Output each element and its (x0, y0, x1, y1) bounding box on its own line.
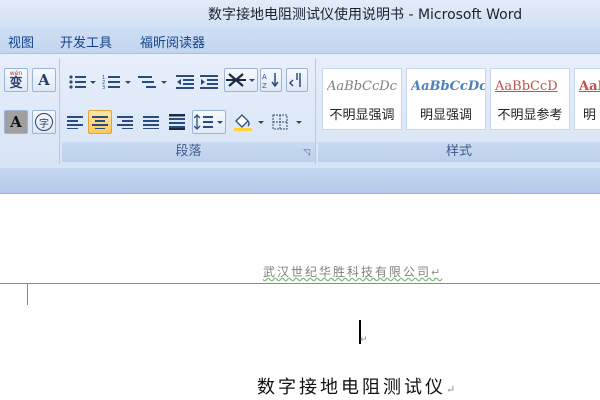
align-center-button[interactable] (88, 110, 112, 134)
ribbon: wén 变 A A 字 1 2 3 A Z 段落 ◹ AaBbCcDc 不明显强… (0, 54, 600, 168)
phonetic-guide-button[interactable]: wén 变 (4, 68, 28, 92)
margin-corner-mark (0, 283, 28, 305)
paragraph-group: 1 2 3 A Z 段落 ◹ (62, 58, 316, 164)
style-intense-emphasis[interactable]: AaBbCcDc 明显强调 (406, 68, 486, 130)
ruler-bar (0, 168, 600, 194)
line-spacing-icon (194, 114, 223, 130)
align-center-icon (92, 116, 108, 129)
ribbon-tab-bar: 视图 开发工具 福昕阅读器 (0, 26, 600, 54)
borders-button[interactable] (270, 110, 306, 134)
enclose-characters-button[interactable]: 字 (32, 110, 56, 134)
increase-indent-button[interactable] (198, 70, 220, 94)
character-border-button[interactable]: A (32, 68, 56, 92)
style-name: 明显强调 (419, 108, 472, 123)
style-sample: AaBbCcDc (411, 79, 485, 94)
distributed-icon (169, 114, 185, 130)
document-title[interactable]: 数字接地电阻测试仪↵ (257, 373, 458, 399)
borders-icon (272, 114, 302, 130)
align-right-button[interactable] (114, 110, 136, 134)
tab-developer[interactable]: 开发工具 (60, 32, 112, 51)
tab-foxit-reader[interactable]: 福昕阅读器 (140, 32, 205, 51)
asian-layout-icon (226, 73, 255, 87)
paragraph-mark: ↵ (431, 266, 443, 279)
align-left-button[interactable] (64, 110, 86, 134)
title-bar: 数字接地电阻测试仪使用说明书 - Microsoft Word (0, 0, 600, 26)
paragraph-dialog-launcher-icon[interactable]: ◹ (303, 148, 310, 158)
paragraph-mark: ↵ (360, 335, 368, 345)
style-name: 不明显参考 (497, 108, 563, 123)
numbering-button[interactable]: 1 2 3 (100, 70, 134, 94)
character-shading-button[interactable]: A (4, 110, 28, 134)
header-company: 武汉世纪华胜科技有限公司 (263, 265, 432, 279)
paragraph-mark: ↵ (446, 383, 459, 396)
paragraph-mark-icon (289, 73, 301, 87)
style-name: 不明显强调 (329, 108, 395, 123)
style-subtle-emphasis[interactable]: AaBbCcDc 不明显强调 (322, 68, 402, 130)
increase-indent-icon (200, 75, 218, 89)
svg-text:3: 3 (102, 85, 105, 90)
justify-icon (143, 116, 159, 129)
tab-view[interactable]: 视图 (8, 32, 34, 51)
bullets-button[interactable] (66, 70, 98, 94)
svg-text:Z: Z (262, 82, 267, 89)
numbering-icon: 1 2 3 (102, 75, 131, 90)
svg-text:A: A (262, 73, 267, 81)
multilevel-list-icon (138, 76, 167, 88)
decrease-indent-button[interactable] (174, 70, 196, 94)
distributed-button[interactable] (166, 110, 188, 134)
align-left-icon (67, 116, 83, 129)
sort-button[interactable]: A Z (260, 68, 282, 92)
style-intense-reference[interactable]: AaI 明 (574, 68, 600, 130)
paint-bucket-icon (234, 114, 264, 131)
paragraph-group-label: 段落 (62, 142, 315, 162)
sort-icon: A Z (262, 73, 279, 89)
style-subtle-reference[interactable]: AaBbCcD 不明显参考 (490, 68, 570, 130)
show-hide-marks-button[interactable] (286, 68, 308, 92)
line-spacing-button[interactable] (192, 110, 226, 134)
styles-group: AaBbCcDc 不明显强调 AaBbCcDc 明显强调 AaBbCcD 不明显… (318, 58, 600, 164)
page-header-text[interactable]: 武汉世纪华胜科技有限公司↵ (263, 263, 442, 280)
bullets-icon (69, 75, 96, 89)
style-name: 明 (583, 108, 597, 123)
multilevel-list-button[interactable] (136, 70, 170, 94)
shading-button[interactable] (230, 110, 268, 134)
style-sample: AaI (579, 79, 600, 94)
phonetic-guide-char: 变 (9, 75, 23, 91)
decrease-indent-icon (176, 75, 194, 89)
style-sample: AaBbCcDc (327, 79, 397, 94)
window-title: 数字接地电阻测试仪使用说明书 - Microsoft Word (208, 7, 523, 23)
align-right-icon (117, 116, 133, 129)
styles-group-label: 样式 (318, 142, 600, 162)
asian-layout-button[interactable] (224, 68, 258, 92)
justify-button[interactable] (140, 110, 162, 134)
style-sample: AaBbCcD (495, 79, 558, 94)
font-group: wén 变 A A 字 (0, 58, 60, 164)
document-title-text: 数字接地电阻测试仪 (257, 377, 446, 398)
header-rule (28, 283, 600, 284)
enclose-char-icon: 字 (35, 113, 53, 131)
document-page[interactable]: 武汉世纪华胜科技有限公司↵ ↵ 数字接地电阻测试仪↵ (0, 195, 600, 400)
